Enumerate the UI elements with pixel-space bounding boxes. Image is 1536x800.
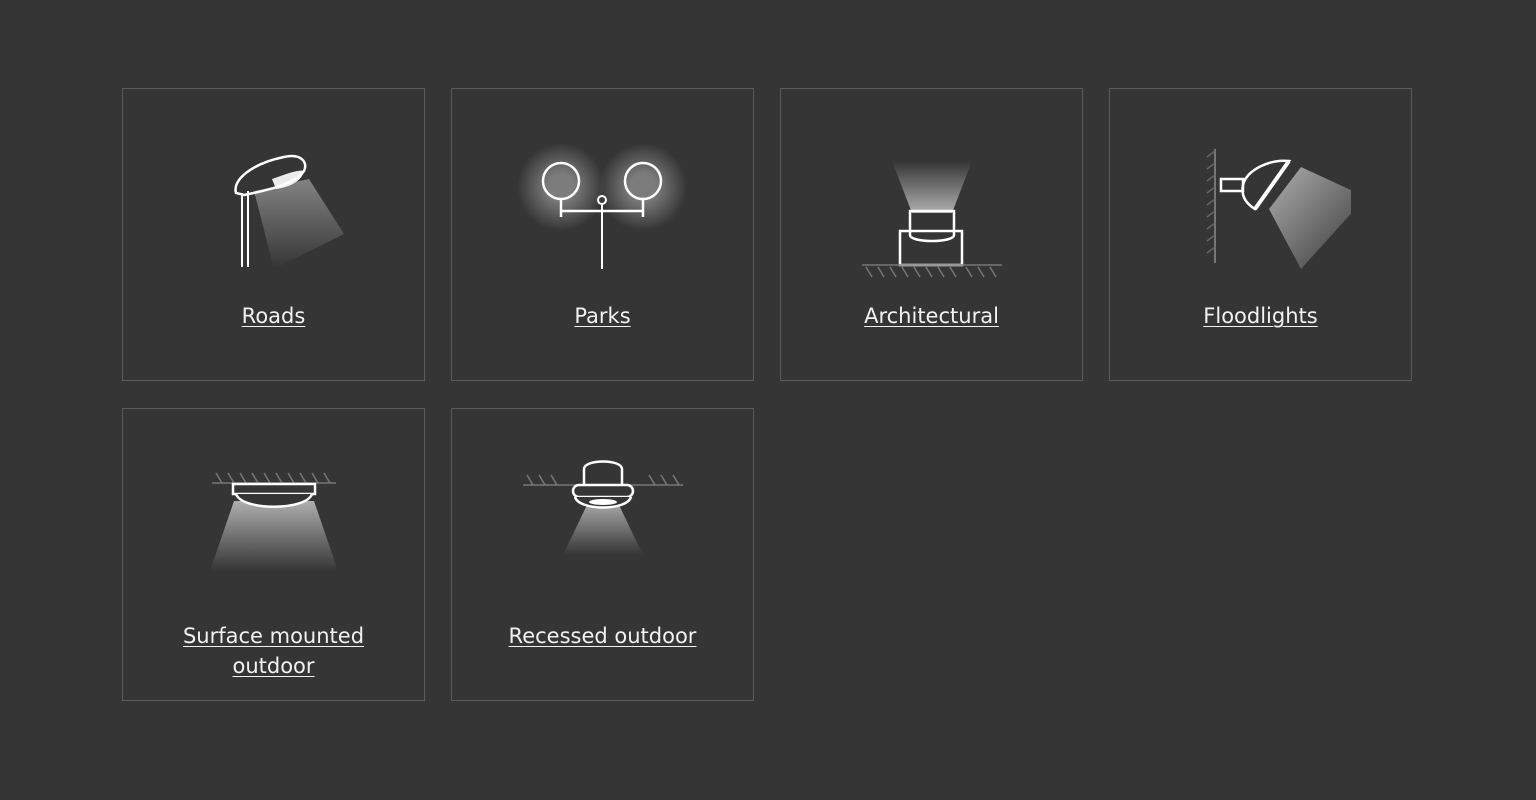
recessed-light-icon <box>513 459 693 599</box>
category-label-surface-mounted-outdoor: Surface mounted outdoor <box>182 624 365 678</box>
surface-mounted-light-icon <box>184 459 364 599</box>
category-card-roads[interactable]: Roads <box>122 88 425 381</box>
category-label-parks: Parks <box>574 304 631 328</box>
category-label-recessed-outdoor: Recessed outdoor <box>508 624 697 648</box>
category-label-architectural: Architectural <box>864 304 999 328</box>
category-label-floodlights: Floodlights <box>1203 304 1318 328</box>
category-card-floodlights[interactable]: Floodlights <box>1109 88 1412 381</box>
category-card-parks[interactable]: Parks <box>451 88 754 381</box>
category-label-roads: Roads <box>241 304 306 328</box>
street-lamp-icon <box>184 139 364 279</box>
uplight-icon <box>842 139 1022 279</box>
category-grid: Roads Parks Architectural Floodlights Su… <box>122 88 1412 701</box>
park-lamp-icon <box>513 139 693 279</box>
category-card-architectural[interactable]: Architectural <box>780 88 1083 381</box>
category-card-surface-mounted-outdoor[interactable]: Surface mounted outdoor <box>122 408 425 701</box>
category-card-recessed-outdoor[interactable]: Recessed outdoor <box>451 408 754 701</box>
floodlight-icon <box>1171 139 1351 279</box>
